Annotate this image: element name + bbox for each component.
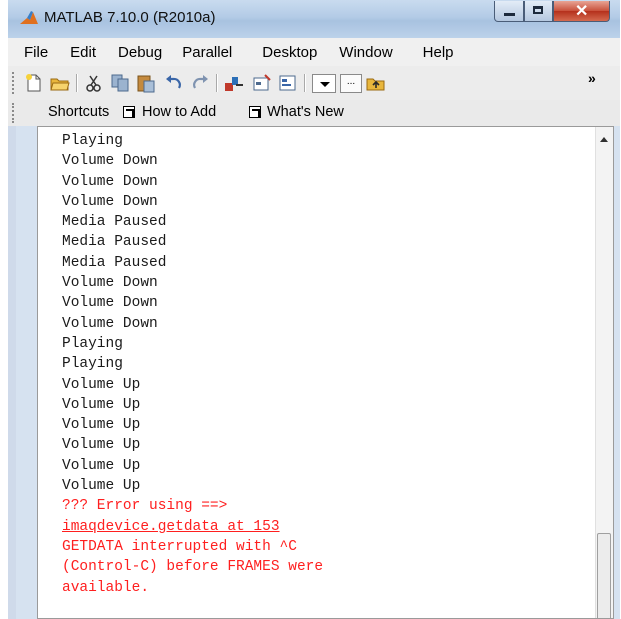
error-line: available.: [62, 579, 150, 596]
current-folder-dropdown[interactable]: [312, 74, 336, 93]
shortcuts-grip[interactable]: [12, 103, 14, 123]
close-button[interactable]: ✕: [553, 1, 610, 22]
output-line: Playing: [62, 335, 123, 352]
cut-icon[interactable]: [84, 73, 104, 93]
shortcuts-bar: Shortcuts How to Add What's New: [8, 100, 620, 126]
shortcut-link-icon: [123, 106, 135, 118]
output-line: Volume Down: [62, 173, 158, 190]
profiler-icon[interactable]: [278, 73, 298, 93]
output-line: Playing: [62, 133, 123, 149]
toolbar-separator: [304, 74, 306, 92]
toolbar-overflow-icon[interactable]: »: [588, 70, 596, 86]
shortcuts-label[interactable]: Shortcuts: [48, 104, 109, 120]
toolbar-separator: [216, 74, 218, 92]
vertical-scrollbar[interactable]: [595, 127, 613, 618]
menu-file[interactable]: File: [20, 44, 52, 61]
command-window[interactable]: Playing Volume Down Volume Down Volume Down…: [37, 126, 614, 619]
menu-edit[interactable]: Edit: [66, 44, 100, 61]
shortcut-how-to-add[interactable]: How to Add: [142, 104, 216, 120]
toolbar-separator: [76, 74, 78, 92]
output-line: Volume Up: [62, 457, 141, 474]
scrollbar-thumb[interactable]: [597, 533, 611, 618]
new-file-icon[interactable]: [24, 73, 44, 93]
guide-icon[interactable]: [252, 73, 272, 93]
window-title: MATLAB 7.10.0 (R2010a): [44, 9, 216, 26]
output-line: Volume Down: [62, 153, 158, 170]
open-folder-icon[interactable]: [50, 73, 70, 93]
output-line: Volume Up: [62, 417, 141, 434]
output-line: Volume Down: [62, 315, 158, 332]
menu-help[interactable]: Help: [419, 44, 458, 61]
menu-window[interactable]: Window: [335, 44, 396, 61]
minimize-icon: [504, 13, 515, 16]
output-line: Playing: [62, 356, 123, 373]
maximize-icon: [533, 6, 543, 14]
output-line: Volume Up: [62, 478, 141, 495]
output-line: Volume Up: [62, 437, 141, 454]
output-line: Media Paused: [62, 254, 167, 271]
close-icon: ✕: [575, 3, 589, 20]
menu-bar: File Edit Debug Parallel Desktop Window …: [8, 38, 620, 66]
output-line: Media Paused: [62, 214, 167, 231]
shortcut-whats-new[interactable]: What's New: [267, 104, 344, 120]
command-output: Playing Volume Down Volume Down Volume Down…: [62, 131, 323, 598]
minimize-button[interactable]: [494, 1, 524, 22]
maximize-button[interactable]: [524, 1, 553, 22]
parent-folder-icon[interactable]: [366, 73, 386, 93]
browse-folder-button[interactable]: ...: [340, 74, 362, 93]
toolbar: ... »: [8, 66, 620, 101]
copy-icon[interactable]: [110, 73, 130, 93]
matlab-window: MATLAB 7.10.0 (R2010a) ✕ File Edit Debug…: [8, 0, 620, 619]
error-line: GETDATA interrupted with ^C: [62, 538, 297, 555]
paste-icon[interactable]: [136, 73, 156, 93]
output-line: Volume Down: [62, 275, 158, 292]
error-line: (Control-C) before FRAMES were: [62, 559, 324, 576]
output-line: Volume Down: [62, 295, 158, 312]
matlab-logo-icon: [20, 11, 38, 24]
scroll-up-arrow-icon[interactable]: [600, 137, 608, 142]
output-line: Media Paused: [62, 234, 167, 251]
toolbar-grip[interactable]: [12, 72, 16, 94]
output-line: Volume Up: [62, 376, 141, 393]
output-line: Volume Up: [62, 396, 141, 413]
shortcut-link-icon: [249, 106, 261, 118]
title-bar[interactable]: MATLAB 7.10.0 (R2010a) ✕: [8, 0, 620, 38]
undo-icon[interactable]: [164, 73, 184, 93]
redo-icon[interactable]: [190, 73, 210, 93]
menu-parallel[interactable]: Parallel: [178, 44, 236, 61]
menu-debug[interactable]: Debug: [114, 44, 166, 61]
output-line: Volume Down: [62, 193, 158, 210]
error-link-line[interactable]: imaqdevice.getdata at 153: [62, 517, 323, 537]
simulink-icon[interactable]: [224, 73, 244, 93]
window-frame: [8, 126, 16, 619]
error-line: ??? Error using ==>: [62, 498, 228, 515]
menu-desktop[interactable]: Desktop: [258, 44, 321, 61]
